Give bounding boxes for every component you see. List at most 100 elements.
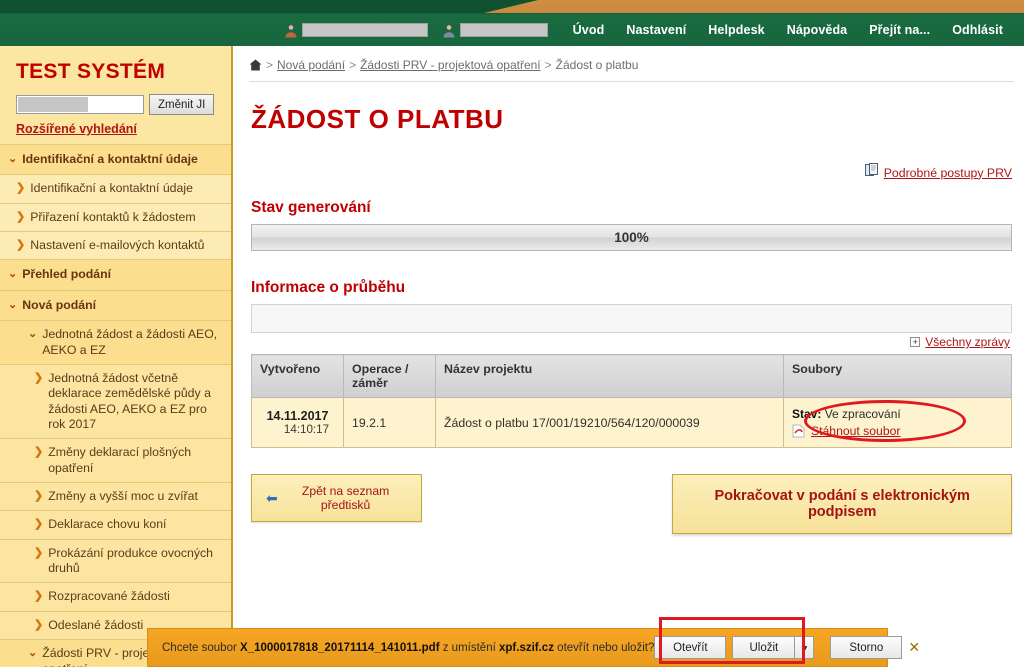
- detailed-procedures-link[interactable]: Podrobné postupy PRV: [884, 166, 1012, 180]
- cell-project-name: Žádost o platbu 17/001/19210/564/120/000…: [435, 397, 784, 448]
- sidebar-item-jednotna-zadost-aeo[interactable]: ⌄ Jednotná žádost a žádosti AEO, AEKO a …: [0, 320, 231, 364]
- plus-icon[interactable]: +: [910, 337, 921, 347]
- user-field-2: [442, 23, 548, 38]
- back-button-label: Zpět na seznam předtisků: [301, 484, 390, 512]
- sidebar-item-label: Prokázání produkce ovocných druhů: [48, 545, 213, 576]
- download-host: xpf.szif.cz: [499, 641, 554, 654]
- table-header-nazev-projektu: Název projektu: [435, 354, 784, 398]
- home-icon[interactable]: [249, 59, 262, 71]
- chevron-down-icon: ⌄: [28, 647, 38, 660]
- user-icon: [442, 23, 456, 38]
- document-icon: [864, 163, 880, 182]
- sidebar-item-zmeny-deklaraci[interactable]: ❯ Změny deklarací plošných opatření: [0, 438, 231, 483]
- chevron-right-icon: ❯: [34, 371, 44, 384]
- table-header-row: Vytvořeno Operace / záměr Název projektu…: [251, 354, 1012, 398]
- progress-percent-label: 100%: [614, 230, 649, 245]
- cell-created: 14.11.2017 14:10:17: [251, 397, 344, 448]
- state-label: Stav:: [792, 407, 822, 421]
- chevron-right-icon: ❯: [16, 239, 26, 252]
- header-decoration-stripe: [484, 0, 1024, 13]
- download-line: Stáhnout soubor: [792, 424, 1003, 438]
- sidebar-item-label: Změny a vyšší moc u zvířat: [48, 489, 198, 504]
- table-row: 14.11.2017 14:10:17 19.2.1 Žádost o plat…: [251, 397, 1012, 448]
- table-header-operace: Operace / záměr: [343, 354, 436, 398]
- nav-link-napoveda[interactable]: Nápověda: [776, 23, 859, 37]
- sidebar-item-label: Identifikační a kontaktní údaje: [22, 152, 198, 166]
- breadcrumb-link-zadosti-prv[interactable]: Žádosti PRV - projektová opatření: [360, 58, 541, 72]
- user-icon: [284, 23, 298, 38]
- top-navigation: Úvod Nastavení Helpdesk Nápověda Přejít …: [0, 14, 1024, 46]
- sidebar-item-label: Odeslané žádosti: [48, 617, 144, 632]
- sidebar-item-nova-podani[interactable]: ⌄ Nová podání: [0, 289, 231, 321]
- sidebar-item-label: Jednotná žádost a žádosti AEO, AEKO a EZ: [42, 327, 218, 357]
- nav-link-helpdesk[interactable]: Helpdesk: [697, 23, 775, 37]
- nav-link-odhlasit[interactable]: Odhlásit: [941, 23, 1014, 37]
- sidebar-item-rozpracovane-zadosti[interactable]: ❯ Rozpracované žádosti: [0, 582, 231, 611]
- change-ji-button[interactable]: Změnit JI: [149, 94, 215, 115]
- download-message-prefix: Chcete soubor: [162, 641, 237, 654]
- user-field-1: [284, 23, 428, 38]
- nav-link-prejit-na[interactable]: Přejít na...: [858, 23, 941, 37]
- back-to-list-button[interactable]: ⬅ Zpět na seznam předtisků: [251, 474, 423, 522]
- progress-info-heading: Informace o průběhu: [251, 279, 406, 296]
- table-header-soubory: Soubory: [783, 354, 1012, 398]
- created-time: 14:10:17: [283, 423, 330, 436]
- sidebar-item-label: Nastavení e-mailových kontaktů: [30, 238, 205, 253]
- nav-link-nastaveni[interactable]: Nastavení: [615, 23, 697, 37]
- progress-table: Vytvořeno Operace / záměr Název projektu…: [251, 354, 1012, 448]
- breadcrumb-separator: >: [349, 58, 357, 72]
- sidebar-item-identifikacni-kontaktni[interactable]: ❯ Identifikační a kontaktní údaje: [0, 174, 231, 203]
- state-value: Ve zpracování: [824, 407, 901, 421]
- download-file-name: X_1000017818_20171114_141011.pdf: [240, 641, 440, 654]
- sidebar-item-label: Přiřazení kontaktů k žádostem: [30, 209, 196, 224]
- continue-with-signature-button[interactable]: Pokračovat v podání s elektronickým podp…: [672, 474, 1012, 534]
- cell-files: Stav: Ve zpracování Stáhnout soubor: [783, 397, 1012, 448]
- user-name-redacted-2: [459, 23, 548, 37]
- sidebar-menu: ⌄ Identifikační a kontaktní údaje ❯ Iden…: [0, 144, 231, 667]
- advanced-search-link[interactable]: Rozšířené vyhledání: [0, 117, 231, 144]
- save-split-button: Uložit ▾: [732, 636, 815, 659]
- close-icon[interactable]: ✕: [902, 639, 926, 656]
- chevron-right-icon: ❯: [34, 446, 44, 459]
- sidebar-item-label: Změny deklarací plošných opatření: [48, 445, 192, 475]
- state-line: Stav: Ve zpracování: [792, 407, 1003, 421]
- sidebar-item-prokazani-produkce[interactable]: ❯ Prokázání produkce ovocných druhů: [0, 538, 231, 583]
- breadcrumb-separator: >: [266, 58, 274, 72]
- application-window: Úvod Nastavení Helpdesk Nápověda Přejít …: [0, 0, 1024, 667]
- sidebar-item-label: Nová podání: [22, 297, 97, 312]
- sidebar-item-prirazeni-kontaktu[interactable]: ❯ Přiřazení kontaktů k žádostem: [0, 202, 231, 232]
- chevron-down-icon[interactable]: ▾: [794, 636, 815, 659]
- download-message-middle: z umístění: [442, 641, 496, 654]
- sidebar: TEST SYSTÉM Změnit JI Rozšířené vyhledán…: [0, 46, 233, 667]
- nav-link-uvod[interactable]: Úvod: [562, 23, 616, 37]
- sidebar-item-label: Rozpracované žádosti: [48, 589, 170, 604]
- search-input-redacted: [18, 97, 88, 112]
- save-button[interactable]: Uložit: [732, 636, 795, 659]
- sidebar-item-label: Jednotná žádost včetně deklarace zeměděl…: [48, 370, 211, 431]
- sidebar-item-prehled-podani[interactable]: ⌄ Přehled podání: [0, 259, 231, 290]
- sidebar-item-identifikacni-udaje[interactable]: ⌄ Identifikační a kontaktní údaje: [0, 144, 231, 175]
- cancel-button[interactable]: Storno: [830, 636, 903, 659]
- sidebar-item-nastaveni-emailu[interactable]: ❯ Nastavení e-mailových kontaktů: [0, 231, 231, 260]
- chevron-down-icon: ⌄: [28, 328, 38, 341]
- open-button[interactable]: Otevřít: [654, 636, 727, 659]
- chevron-right-icon: ❯: [34, 618, 44, 631]
- all-messages-link[interactable]: Všechny zprávy: [925, 335, 1010, 349]
- sidebar-item-deklarace-chovu-koni[interactable]: ❯ Deklarace chovu koní: [0, 510, 231, 539]
- brand-title: TEST SYSTÉM: [16, 60, 166, 83]
- sidebar-search-row: Změnit JI: [0, 94, 231, 117]
- all-messages-row: + Všechny zprávy: [249, 335, 1010, 349]
- sidebar-item-label: Identifikační a kontaktní údaje: [30, 181, 193, 196]
- chevron-right-icon: ❯: [34, 546, 44, 559]
- breadcrumb-link-nova-podani[interactable]: Nová podání: [277, 58, 345, 72]
- download-message: Chcete soubor X_1000017818_20171114_1410…: [162, 642, 654, 654]
- sidebar-item-zmeny-vyssi-moc[interactable]: ❯ Změny a vyšší moc u zvířat: [0, 482, 231, 511]
- sidebar-item-jednotna-zadost-deklarace[interactable]: ❯ Jednotná žádost včetně deklarace zeměd…: [0, 363, 231, 439]
- table-header-vytvoreno: Vytvořeno: [251, 354, 344, 398]
- page-title: ŽÁDOST O PLATBU: [251, 104, 504, 134]
- messages-box: [251, 304, 1012, 333]
- cell-operation: 19.2.1: [343, 397, 436, 448]
- sidebar-item-label: Deklarace chovu koní: [48, 517, 167, 532]
- download-file-link[interactable]: Stáhnout soubor: [811, 424, 900, 438]
- search-input[interactable]: [16, 95, 144, 114]
